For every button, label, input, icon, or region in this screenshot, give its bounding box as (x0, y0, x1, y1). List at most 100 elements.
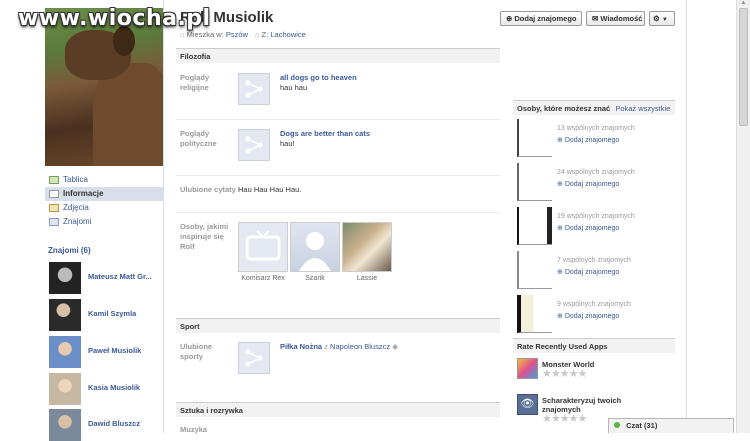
app-rating-stars[interactable]: ★★★★★ (542, 367, 587, 380)
friend-name[interactable]: Kamil Szymla (88, 309, 136, 318)
row-divider (176, 175, 500, 176)
apps-header: Rate Recently Used Apps (513, 338, 675, 353)
religion-page-icon[interactable] (238, 73, 270, 105)
sport-with-text: z (324, 342, 328, 351)
avatar[interactable] (49, 336, 81, 368)
tag-icon: ◆ (392, 342, 398, 351)
inspirations-label: Osoby, jakimi inspiruje się Rolf (180, 222, 229, 251)
add-friend-label: Dodaj znajomego (564, 225, 620, 232)
chat-bar[interactable]: Czat (31) (608, 418, 734, 433)
show-all-link[interactable]: Pokaż wszystkie (615, 104, 670, 113)
politics-row: Poglądy polityczne Dogs are better than … (176, 129, 500, 177)
menu-item-info[interactable]: Informacje (45, 187, 163, 201)
suggestion-item: 7 wspólnych znajomych ⊕ Dodaj znajomego (517, 251, 675, 289)
friend-name[interactable]: Paweł Musiolik (88, 346, 141, 355)
quotes-label: Ulubione cytaty (180, 185, 236, 194)
add-friend-label: Dodaj znajomego (564, 181, 620, 188)
section-sport: Sport (176, 318, 500, 333)
avatar[interactable] (49, 299, 81, 331)
friend-name[interactable]: Mateusz Matt Gr... (88, 272, 152, 281)
friend-item[interactable]: Mateusz Matt Gr... (49, 262, 167, 294)
inspiration-name[interactable]: Lassie (341, 275, 393, 282)
sport-with-person-link[interactable]: Napoleon Bluszcz (330, 342, 390, 351)
politics-value: Dogs are better than cats hau! (280, 129, 370, 149)
lives-city-link[interactable]: Pszów (226, 30, 248, 39)
wall-icon (49, 176, 59, 184)
friend-item[interactable]: Paweł Musiolik (49, 336, 167, 368)
scrollbar-thumb[interactable] (739, 8, 748, 126)
chevron-down-icon: ▼ (661, 17, 668, 23)
friend-item[interactable]: Kamil Szymla (49, 299, 167, 331)
monster-world-icon[interactable] (517, 358, 538, 379)
music-row: Muzyka (176, 425, 500, 435)
suggestion-photo[interactable] (517, 207, 552, 245)
politics-page-icon[interactable] (238, 129, 270, 161)
add-friend-button[interactable]: ⊕ Dodaj znajomego (500, 11, 582, 26)
profile-menu: Tablica Informacje Zdjęcia Znajomi (45, 173, 163, 229)
add-friend-label: Dodaj znajomego (564, 269, 620, 276)
suggestion-item: 9 wspólnych znajomych ⊕ Dodaj znajomego (517, 295, 675, 333)
add-friend-icon: ⊕ (557, 269, 563, 276)
friend-name[interactable]: Dawid Bluszcz (88, 419, 140, 428)
mutual-friends-count[interactable]: 7 wspólnych znajomych (557, 257, 631, 264)
inspiration-photo-rex[interactable] (238, 222, 288, 272)
religion-title-link[interactable]: all dogs go to heaven (280, 73, 357, 83)
suggestion-add-link[interactable]: ⊕ Dodaj znajomego (557, 136, 619, 144)
friend-item[interactable]: Dawid Bluszcz (49, 409, 167, 441)
sport-title-link[interactable]: Piłka Nożna (280, 342, 322, 351)
religion-value: all dogs go to heaven hau hau (280, 73, 357, 93)
tv-icon (245, 230, 281, 261)
inspiration-name[interactable]: Szarik (289, 275, 341, 282)
site-watermark: www.wiocha.pl (18, 6, 211, 31)
gear-icon: ⚙ (653, 14, 660, 23)
send-message-button[interactable]: ✉ Wiadomość (586, 11, 645, 26)
mutual-friends-count[interactable]: 9 wspólnych znajomych (557, 301, 631, 308)
inspiration-photo-lassie[interactable] (342, 222, 392, 272)
page-scrollbar[interactable]: ▲ (736, 0, 750, 433)
sport-label: Ulubione sporty (180, 342, 213, 361)
friend-item[interactable]: Kasia Musiolik (49, 373, 167, 405)
profile-photo[interactable] (45, 8, 163, 166)
mutual-friends-count[interactable]: 13 wspólnych znajomych (557, 125, 635, 132)
inspiration-name[interactable]: Komisarz Rex (237, 275, 289, 282)
eye-icon[interactable]: 👁 (517, 394, 538, 415)
home-icon: ⌂ (180, 30, 185, 39)
avatar[interactable] (49, 409, 81, 441)
religion-row: Poglądy religijne all dogs go to heaven … (176, 73, 500, 121)
suggestion-photo[interactable] (517, 163, 552, 201)
friend-name[interactable]: Kasia Musiolik (88, 383, 140, 392)
menu-item-label: Znajomi (63, 217, 92, 226)
app-rating-stars[interactable]: ★★★★★ (542, 412, 587, 425)
menu-item-friends[interactable]: Znajomi (45, 215, 163, 229)
menu-item-photos[interactable]: Zdjęcia (45, 201, 163, 215)
hometown-icon: ⌂ (255, 30, 260, 39)
suggestions-title: Osoby, które możesz znać (517, 104, 611, 113)
lives-label: Mieszka w: (186, 30, 224, 39)
from-city-link[interactable]: Lachowice (270, 30, 305, 39)
politics-title-link[interactable]: Dogs are better than cats (280, 129, 370, 139)
friends-header[interactable]: Znajomi (6) (48, 246, 91, 255)
info-icon (49, 190, 59, 198)
scroll-up-icon[interactable]: ▲ (737, 0, 750, 8)
suggestion-add-link[interactable]: ⊕ Dodaj znajomego (557, 180, 619, 188)
sport-page-icon[interactable] (238, 342, 270, 374)
music-label: Muzyka (180, 425, 208, 434)
mutual-friends-count[interactable]: 19 wspólnych znajomych (557, 213, 635, 220)
suggestion-add-link[interactable]: ⊕ Dodaj znajomego (557, 224, 619, 232)
suggestion-add-link[interactable]: ⊕ Dodaj znajomego (557, 268, 619, 276)
suggestion-photo[interactable] (517, 251, 552, 289)
mutual-friends-count[interactable]: 24 wspólnych znajomych (557, 169, 635, 176)
politics-description: hau! (280, 139, 295, 148)
suggestions-header: Osoby, które możesz znać Pokaż wszystkie (513, 100, 675, 115)
suggestion-photo[interactable] (517, 119, 552, 157)
settings-button[interactable]: ⚙ ▼ (649, 11, 675, 26)
left-column-divider (163, 0, 164, 433)
chat-label: Czat (31) (626, 421, 658, 430)
avatar[interactable] (49, 262, 81, 294)
suggestion-add-link[interactable]: ⊕ Dodaj znajomego (557, 312, 619, 320)
suggestion-photo[interactable] (517, 295, 552, 333)
inspiration-photo-szarik[interactable] (290, 222, 340, 272)
menu-item-wall[interactable]: Tablica (45, 173, 163, 187)
silhouette-icon (299, 232, 331, 271)
avatar[interactable] (49, 373, 81, 405)
